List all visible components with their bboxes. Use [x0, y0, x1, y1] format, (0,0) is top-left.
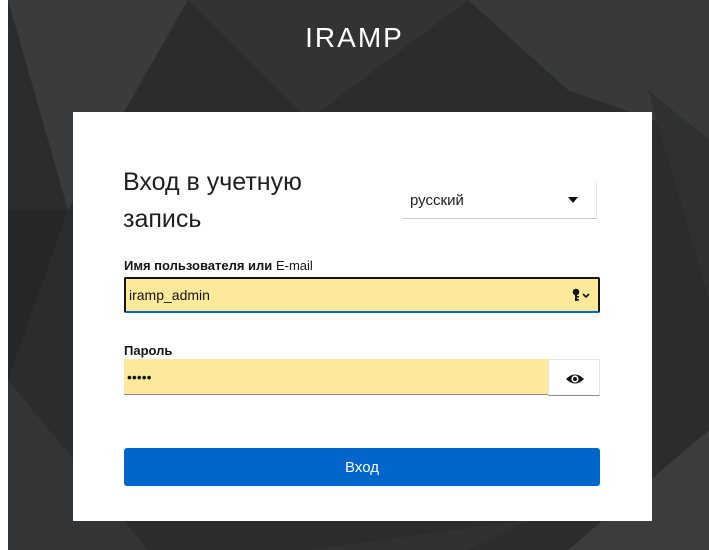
caret-down-icon [568, 197, 578, 203]
eye-icon [566, 374, 584, 384]
page-title: Вход в учетную запись [123, 168, 302, 233]
password-field[interactable] [127, 359, 527, 394]
language-select-value: русский [410, 192, 464, 209]
password-label: Пароль [124, 343, 173, 358]
password-field-wrapper [124, 359, 548, 395]
show-password-button[interactable] [548, 359, 600, 396]
username-field[interactable] [129, 279, 529, 311]
username-label-email: E-mail [275, 258, 313, 273]
key-icon[interactable] [572, 288, 592, 307]
login-card: Вход в учетную запись русский Имя пользо… [73, 112, 652, 521]
login-button[interactable]: Вход [124, 448, 600, 486]
username-label-text: Имя пользователя или [124, 258, 273, 273]
username-field-wrapper [124, 277, 600, 313]
language-select[interactable]: русский [403, 181, 597, 219]
brand-title: IRAMP [305, 22, 404, 53]
username-label: Имя пользователя или E-mail [124, 258, 313, 273]
